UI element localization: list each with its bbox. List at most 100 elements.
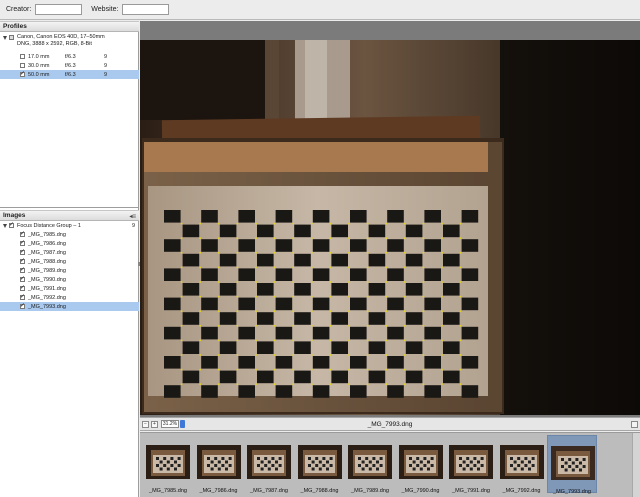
image-filename: _MG_7993.dng: [28, 303, 66, 310]
image-viewer[interactable]: [140, 21, 640, 417]
focus-group-row[interactable]: Focus Distance Group – 1 9: [0, 221, 139, 230]
filmstrip-scrollbar[interactable]: [632, 433, 640, 497]
photo-render: [140, 40, 640, 415]
profile-image-count: 9: [104, 71, 108, 78]
images-panel: Images ◂≡ Focus Distance Group – 1 9 _MG…: [0, 210, 139, 497]
profile-image-count: 9: [104, 53, 108, 60]
thumbnail-image: [146, 445, 190, 479]
profile-aperture: f/6.3: [65, 53, 76, 60]
image-row[interactable]: _MG_7991.dng: [0, 284, 139, 293]
profile-row[interactable]: 50.0 mm f/6.3 9: [0, 70, 139, 79]
profile-row[interactable]: 30.0 mm f/6.3 9: [0, 61, 139, 70]
thumbnail-caption: _MG_7991.dng: [452, 488, 490, 494]
thumbnail-caption: _MG_7992.dng: [502, 488, 541, 494]
thumbnail-image: [297, 445, 342, 479]
filmstrip-thumbnail[interactable]: _MG_7989.dng: [345, 435, 395, 494]
calibration-photo: [140, 40, 640, 415]
current-file-title: _MG_7993.dng: [367, 420, 413, 428]
left-sidebar: Profiles Canon, Canon EOS 40D, 17–50mm D…: [0, 21, 139, 497]
camera-model-text: Canon, Canon EOS 40D, 17–50mm: [17, 34, 105, 40]
thumbnail-caption: _MG_7985.dng: [149, 488, 187, 494]
thumbnail-image: [551, 446, 595, 480]
metadata-bar: Creator: Website:: [0, 0, 640, 20]
disclosure-triangle-icon[interactable]: [3, 223, 7, 228]
profile-checkbox[interactable]: [20, 54, 25, 59]
camera-format-text: DNG, 3888 x 2592, RGB, 8-Bit: [17, 40, 92, 47]
image-checkbox[interactable]: [20, 239, 25, 246]
image-row[interactable]: _MG_7986.dng: [0, 239, 139, 248]
focus-group-count: 9: [131, 222, 135, 229]
image-row[interactable]: _MG_7987.dng: [0, 248, 139, 257]
thumbnail-caption: _MG_7986.dng: [199, 488, 238, 494]
camera-profile-row[interactable]: Canon, Canon EOS 40D, 17–50mm DNG, 3888 …: [0, 32, 139, 52]
thumbnail-image: [398, 445, 443, 479]
image-filename: _MG_7989.dng: [28, 267, 66, 274]
image-filename: _MG_7992.dng: [28, 294, 66, 301]
profile-focal-length: 30.0 mm: [28, 62, 50, 69]
focus-group-checkbox[interactable]: [9, 221, 14, 228]
image-filename: _MG_7986.dng: [28, 240, 66, 247]
image-filename: _MG_7990.dng: [28, 276, 66, 283]
filmstrip-thumbnail[interactable]: _MG_7986.dng: [194, 435, 244, 494]
profile-checkbox[interactable]: [20, 63, 25, 68]
profile-checkbox[interactable]: [20, 70, 25, 77]
profile-focal-length: 17.0 mm: [28, 53, 50, 60]
filmstrip-thumbnail[interactable]: _MG_7990.dng: [396, 435, 446, 494]
thumbnail-image: [449, 445, 493, 479]
filmstrip: _MG_7985.dng _MG_7986.dng _MG_7987.dng _MG_…: [140, 432, 640, 497]
image-checkbox[interactable]: [20, 230, 25, 237]
thumbnail-image: [499, 445, 544, 479]
disclosure-triangle-icon[interactable]: [3, 36, 7, 40]
images-header: Images ◂≡: [0, 210, 139, 221]
image-checkbox[interactable]: [20, 275, 25, 282]
filmstrip-thumbnail[interactable]: _MG_7988.dng: [295, 435, 345, 494]
website-label: Website:: [91, 6, 119, 13]
image-row[interactable]: _MG_7989.dng: [0, 266, 139, 275]
thumbnail-image: [247, 445, 291, 479]
thumbnail-caption: _MG_7987.dng: [250, 488, 288, 494]
thumbnail-caption: _MG_7990.dng: [401, 488, 440, 494]
images-title: Images: [3, 212, 26, 219]
filmstrip-thumbnail[interactable]: _MG_7987.dng: [244, 435, 294, 494]
thumbnail-image: [348, 445, 392, 479]
fit-view-button[interactable]: [631, 421, 638, 428]
profiles-panel: Profiles Canon, Canon EOS 40D, 17–50mm D…: [0, 21, 139, 208]
filmstrip-thumbnail[interactable]: _MG_7985.dng: [143, 435, 193, 494]
thumbnail-image: [196, 445, 241, 479]
filmstrip-thumbnail[interactable]: _MG_7992.dng: [497, 435, 547, 494]
image-checkbox[interactable]: [20, 284, 25, 291]
thumbnail-caption: _MG_7993.dng: [553, 489, 591, 495]
panel-menu-icon[interactable]: ◂≡: [129, 213, 136, 220]
image-row[interactable]: _MG_7985.dng: [0, 230, 139, 239]
image-checkbox[interactable]: [20, 302, 25, 309]
thumbnail-caption: _MG_7989.dng: [351, 488, 389, 494]
image-row[interactable]: _MG_7992.dng: [0, 293, 139, 302]
image-checkbox[interactable]: [20, 266, 25, 273]
image-checkbox[interactable]: [20, 257, 25, 264]
image-filename: _MG_7991.dng: [28, 285, 66, 292]
profile-row[interactable]: 17.0 mm f/6.3 9: [0, 52, 139, 61]
profile-focal-length: 50.0 mm: [28, 71, 50, 78]
thumbnail-caption: _MG_7988.dng: [300, 488, 339, 494]
profile-aperture: f/6.3: [65, 62, 76, 69]
image-row[interactable]: _MG_7988.dng: [0, 257, 139, 266]
image-row[interactable]: _MG_7990.dng: [0, 275, 139, 284]
profile-image-count: 9: [104, 62, 108, 69]
website-input[interactable]: [122, 4, 170, 15]
image-checkbox[interactable]: [20, 248, 25, 255]
image-checkbox[interactable]: [20, 293, 25, 300]
image-filename: _MG_7985.dng: [28, 231, 66, 238]
camera-profile-checkbox[interactable]: [9, 35, 14, 40]
profiles-header: Profiles: [0, 21, 139, 32]
viewer-status-bar: − + 31.2% _MG_7993.dng: [140, 417, 640, 431]
creator-input[interactable]: [35, 4, 83, 15]
profiles-title: Profiles: [3, 23, 27, 30]
image-filename: _MG_7987.dng: [28, 249, 66, 256]
image-row[interactable]: _MG_7993.dng: [0, 302, 139, 311]
profile-aperture: f/6.3: [65, 71, 76, 78]
focus-group-name: Focus Distance Group – 1: [17, 222, 81, 229]
filmstrip-thumbnail[interactable]: _MG_7993.dng: [547, 435, 597, 495]
filmstrip-thumbnail[interactable]: _MG_7991.dng: [446, 435, 496, 494]
creator-label: Creator:: [6, 6, 32, 13]
image-filename: _MG_7988.dng: [28, 258, 66, 265]
